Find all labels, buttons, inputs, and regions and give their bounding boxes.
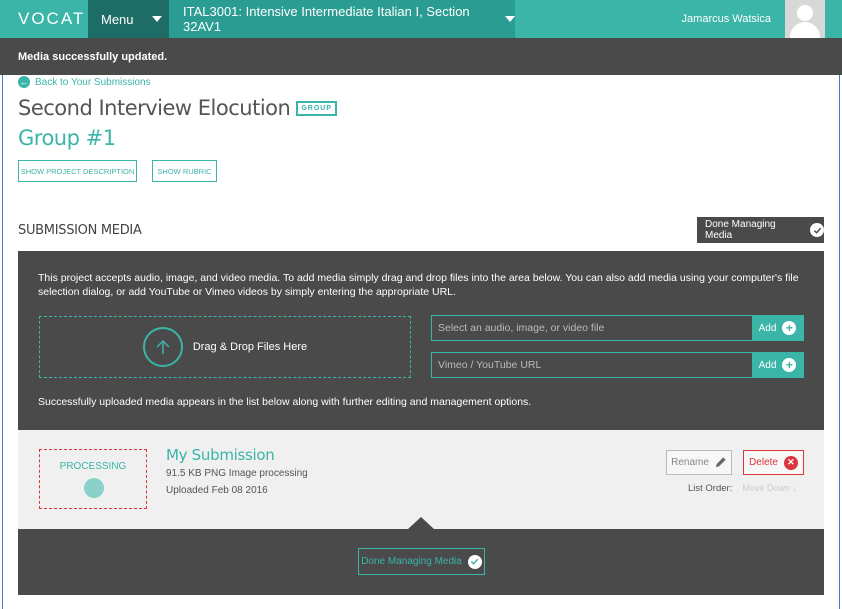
back-arrow-icon: ← (18, 76, 30, 88)
media-thumbnail-processing: PROCESSING (39, 449, 147, 509)
upload-panel: This project accepts audio, image, and v… (18, 251, 824, 441)
user-name[interactable]: Jamarcus Watsica (682, 0, 785, 38)
list-order: List Order: Move Down ↓ (688, 483, 797, 494)
group-name: Group #1 (18, 126, 116, 150)
media-title[interactable]: My Submission (166, 446, 275, 464)
flash-message: Media successfully updated. (0, 38, 842, 75)
upload-instructions: This project accepts audio, image, and v… (38, 272, 799, 298)
dropzone-label: Drag & Drop Files Here (192, 341, 308, 353)
move-down-label: Move Down (742, 483, 790, 493)
done-managing-media-bottom-button[interactable]: Done Managing Media (358, 548, 485, 575)
menu-label: Menu (101, 11, 134, 27)
avatar-body-icon (790, 22, 820, 38)
project-title: Second Interview Elocution (18, 96, 291, 120)
pencil-icon (715, 457, 726, 468)
add-file-label: Add (758, 322, 777, 334)
add-file-button[interactable]: Add + (752, 316, 803, 340)
video-url-input[interactable] (432, 353, 752, 377)
check-icon (467, 554, 482, 569)
delete-label: Delete (749, 457, 778, 468)
selection-frame-left (2, 2, 3, 609)
show-project-description-button[interactable]: SHOW PROJECT DESCRIPTION (18, 160, 137, 182)
processing-status: PROCESSING (59, 461, 127, 472)
add-url-label: Add (758, 359, 777, 371)
media-list-item: PROCESSING My Submission 91.5 KB PNG Ima… (18, 430, 824, 529)
upload-footer-note: Successfully uploaded media appears in t… (38, 396, 532, 408)
band-pointer (408, 517, 434, 529)
done-bottom-label: Done Managing Media (361, 556, 462, 567)
processing-spinner-icon (84, 478, 104, 498)
done-label: Done Managing Media (705, 219, 776, 241)
back-link-label: Back to Your Submissions (35, 76, 151, 88)
bottom-action-band: Done Managing Media (18, 517, 824, 595)
course-label: ITAL3001: Intensive Intermediate Italian… (183, 4, 470, 34)
upload-arrow-icon (142, 327, 183, 367)
plus-icon: + (782, 321, 797, 335)
top-navigation-bar: VOCAT Menu ITAL3001: Intensive Intermedi… (0, 0, 842, 38)
done-managing-media-button[interactable]: Done Managing Media (697, 217, 824, 243)
media-meta: 91.5 KB PNG Image processing (166, 468, 308, 479)
chevron-down-icon (151, 16, 162, 22)
delete-button[interactable]: Delete ✕ (743, 450, 804, 475)
flash-message-text: Media successfully updated. (18, 50, 168, 63)
group-badge: GROUP (296, 100, 337, 116)
page-title: Second Interview Elocution GROUP (18, 96, 337, 120)
back-to-submissions-link[interactable]: ← Back to Your Submissions (18, 76, 151, 88)
menu-dropdown[interactable]: Menu (88, 0, 169, 38)
selection-frame-right (839, 2, 840, 609)
file-select-field: Add + (431, 315, 804, 341)
media-upload-date: Uploaded Feb 08 2016 (166, 485, 268, 496)
rename-label: Rename (671, 457, 709, 468)
app-logo[interactable]: VOCAT (0, 0, 88, 38)
list-order-label: List Order: (688, 483, 733, 494)
avatar-head-icon (797, 5, 813, 21)
chevron-down-icon (505, 16, 515, 22)
show-rubric-button[interactable]: SHOW RUBRIC (152, 160, 217, 182)
submission-media-heading: SUBMISSION MEDIA (18, 223, 142, 238)
file-select-input[interactable] (432, 316, 752, 340)
arrow-down-icon: ↓ (792, 483, 797, 493)
drag-drop-zone[interactable]: Drag & Drop Files Here (39, 316, 411, 378)
plus-icon: + (782, 358, 797, 372)
avatar[interactable] (785, 0, 825, 38)
add-url-button[interactable]: Add + (752, 353, 803, 377)
check-icon (810, 223, 824, 237)
url-field: Add + (431, 352, 804, 378)
course-selector[interactable]: ITAL3001: Intensive Intermediate Italian… (169, 0, 515, 38)
rename-button[interactable]: Rename (666, 450, 732, 475)
move-down-button[interactable]: Move Down ↓ (742, 483, 797, 494)
close-icon: ✕ (783, 455, 798, 470)
